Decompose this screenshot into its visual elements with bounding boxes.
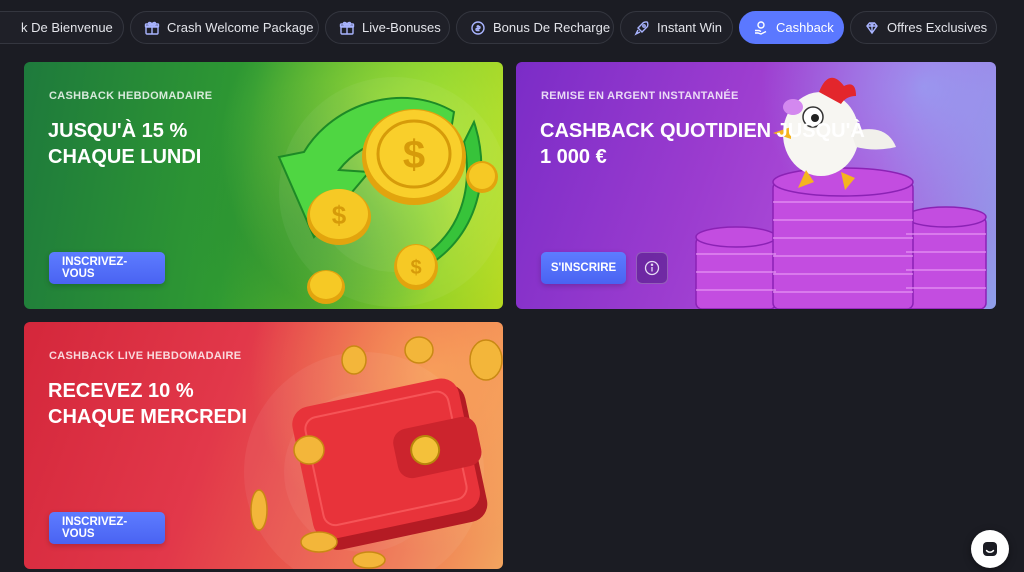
svg-text:$: $: [332, 200, 347, 230]
chat-launcher-button[interactable]: [971, 530, 1009, 568]
diamond-icon: [864, 20, 880, 36]
tab-label: Cashback: [776, 20, 834, 35]
gift-icon: [144, 20, 160, 36]
tab-label: Offres Exclusives: [887, 20, 988, 35]
card-title: RECEVEZ 10 % CHAQUE MERCREDI: [48, 378, 247, 430]
promo-category-tabs: k De Bienvenue Crash Welcome Package Liv…: [0, 0, 1024, 56]
refresh-coin-icon: [470, 20, 486, 36]
card-title-line: CHAQUE LUNDI: [48, 146, 202, 168]
tab-instant-win[interactable]: Instant Win: [620, 11, 733, 44]
tab-label: Instant Win: [657, 20, 723, 35]
tab-bonus-de-recharge[interactable]: Bonus De Recharge: [456, 11, 614, 44]
tab-label: k De Bienvenue: [21, 20, 113, 35]
card-title-line: CASHBACK QUOTIDIEN JUSQU'À: [540, 120, 865, 142]
card-title-line: CHAQUE MERCREDI: [48, 406, 247, 428]
info-button[interactable]: [636, 252, 668, 284]
card-title-line: 1 000 €: [540, 146, 607, 168]
gift-icon: [339, 20, 355, 36]
tab-crash-welcome-package[interactable]: Crash Welcome Package: [130, 11, 319, 44]
tab-label: Live-Bonuses: [362, 20, 441, 35]
info-icon: [644, 260, 660, 276]
card-kicker: REMISE EN ARGENT INSTANTANÉE: [541, 90, 739, 102]
tab-welcome-bonus[interactable]: k De Bienvenue: [0, 11, 124, 44]
red-wallet-coins-illustration: [244, 336, 503, 569]
rocket-icon: [634, 20, 650, 36]
cashback-daily-card: REMISE EN ARGENT INSTANTANÉE CASHBACK QU…: [516, 62, 996, 309]
cashback-weekly-card: $ $ $ CASHBACK HEBDOMADAIRE JUSQU'À 15 %…: [24, 62, 503, 309]
signup-button[interactable]: INSCRIVEZ-VOUS: [49, 512, 165, 544]
card-kicker: CASHBACK HEBDOMADAIRE: [49, 90, 213, 102]
green-arrow-coins-illustration: $ $ $: [277, 77, 503, 307]
card-title-line: RECEVEZ 10 %: [48, 380, 194, 402]
signup-button[interactable]: INSCRIVEZ-VOUS: [49, 252, 165, 284]
signup-button[interactable]: S'INSCRIRE: [541, 252, 626, 284]
tab-label: Crash Welcome Package: [167, 20, 314, 35]
coin-hand-icon: [753, 20, 769, 36]
tab-offres-exclusives[interactable]: Offres Exclusives: [850, 11, 997, 44]
chat-icon: [981, 540, 999, 558]
card-title: CASHBACK QUOTIDIEN JUSQU'À 1 000 €: [540, 118, 865, 170]
cashback-live-card: CASHBACK LIVE HEBDOMADAIRE RECEVEZ 10 % …: [24, 322, 503, 569]
svg-text:$: $: [403, 133, 425, 177]
tab-cashback[interactable]: Cashback: [739, 11, 844, 44]
card-kicker: CASHBACK LIVE HEBDOMADAIRE: [49, 350, 242, 362]
svg-text:$: $: [410, 257, 421, 279]
card-title-line: JUSQU'À 15 %: [48, 120, 188, 142]
tab-live-bonuses[interactable]: Live-Bonuses: [325, 11, 450, 44]
tab-label: Bonus De Recharge: [493, 20, 611, 35]
card-title: JUSQU'À 15 % CHAQUE LUNDI: [48, 118, 201, 170]
